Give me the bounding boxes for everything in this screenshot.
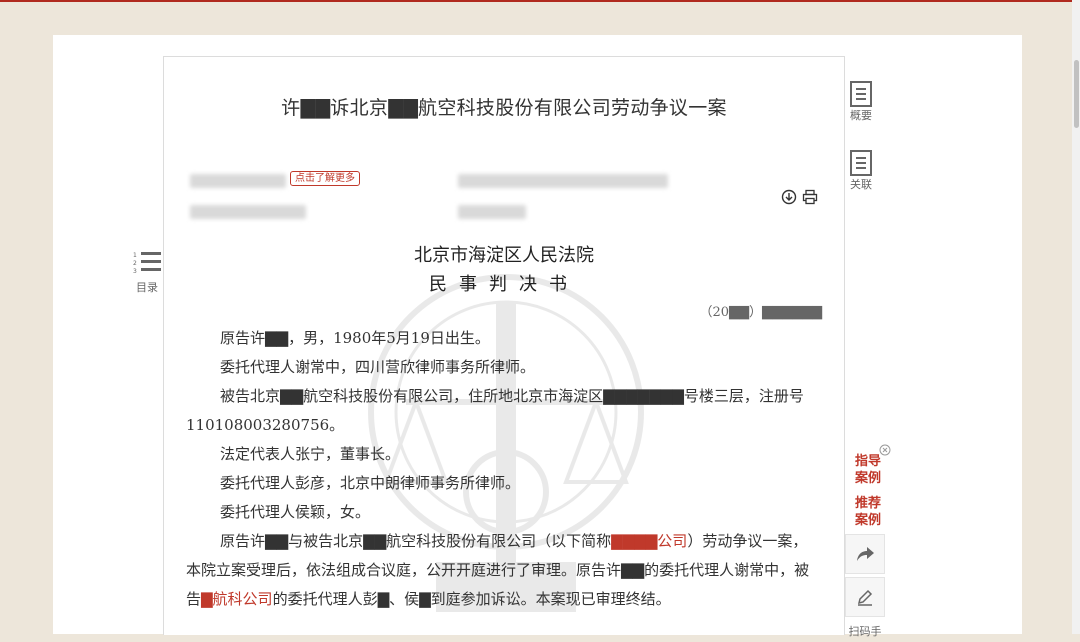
- learn-more-badge[interactable]: 点击了解更多: [290, 171, 360, 186]
- edit-icon: [857, 589, 873, 606]
- list-icon: 1 2 3: [133, 252, 161, 275]
- print-icon[interactable]: [802, 189, 818, 205]
- share-button[interactable]: [845, 534, 885, 574]
- document-type: 民事判决书: [429, 274, 579, 295]
- company-link[interactable]: ▇航科公司: [201, 590, 273, 608]
- document-title: 许▇▇诉北京▇▇航空科技股份有限公司劳动争议一案: [281, 97, 727, 119]
- case-number: （20▇▇）▇▇▇▇▇▇: [699, 305, 822, 320]
- party-paragraph: 被告北京▇▇航空科技股份有限公司，住所地北京市海淀区▇▇▇▇▇▇▇号楼三层，注册…: [186, 387, 804, 434]
- overview-label: 概要: [850, 109, 872, 122]
- svg-text:2: 2: [133, 260, 137, 267]
- redacted-meta: [458, 205, 526, 219]
- scrollbar-thumb[interactable]: [1074, 60, 1079, 128]
- document-icon: [850, 150, 872, 176]
- related-label: 关联: [850, 178, 872, 191]
- party-paragraph: 原告许▇▇，男，1980年5月19日出生。: [220, 329, 490, 347]
- download-icon[interactable]: [781, 189, 797, 205]
- party-paragraph: 法定代表人张宁，董事长。: [220, 445, 401, 463]
- catalog-label: 目录: [136, 281, 158, 294]
- case-summary-paragraph: 原告许▇▇与被告北京▇▇航空科技股份有限公司（以下简称▇▇▇▇公司）劳动争议一案…: [186, 527, 822, 614]
- svg-text:1: 1: [133, 252, 137, 259]
- company-link[interactable]: ▇▇▇▇公司: [611, 532, 687, 550]
- party-paragraph: 委托代理人侯颖，女。: [220, 503, 371, 521]
- svg-text:3: 3: [133, 268, 137, 275]
- party-paragraph: 委托代理人彭彦，北京中朗律师事务所律师。: [220, 474, 521, 492]
- scan-label: 扫码手: [848, 625, 882, 638]
- party-paragraph: 委托代理人谢常中，四川营欣律师事务所律师。: [220, 358, 536, 376]
- share-icon: [857, 547, 874, 561]
- summary-text: 的委托代理人彭▇、侯▇到庭参加诉讼。本案现已审理终结。: [272, 590, 671, 608]
- overview-button[interactable]: 概要: [846, 81, 876, 123]
- edit-button[interactable]: [845, 577, 885, 617]
- document-icon: [850, 81, 872, 107]
- recommend-cases-link[interactable]: 推荐 案例: [848, 495, 888, 529]
- court-name: 北京市海淀区人民法院: [414, 245, 594, 266]
- related-button[interactable]: 关联: [846, 150, 876, 192]
- catalog-button[interactable]: 1 2 3 目录: [130, 250, 164, 295]
- document-panel: 许▇▇诉北京▇▇航空科技股份有限公司劳动争议一案 点击了解更多 北京市海淀区人民…: [163, 56, 845, 635]
- summary-text: 原告许▇▇与被告北京▇▇航空科技股份有限公司（以下简称: [220, 532, 612, 550]
- guide-cases-link[interactable]: 指导 案例: [848, 453, 888, 487]
- redacted-meta: [458, 174, 668, 188]
- top-strip: [0, 0, 1080, 2]
- redacted-meta: [190, 174, 286, 188]
- redacted-meta: [190, 205, 306, 219]
